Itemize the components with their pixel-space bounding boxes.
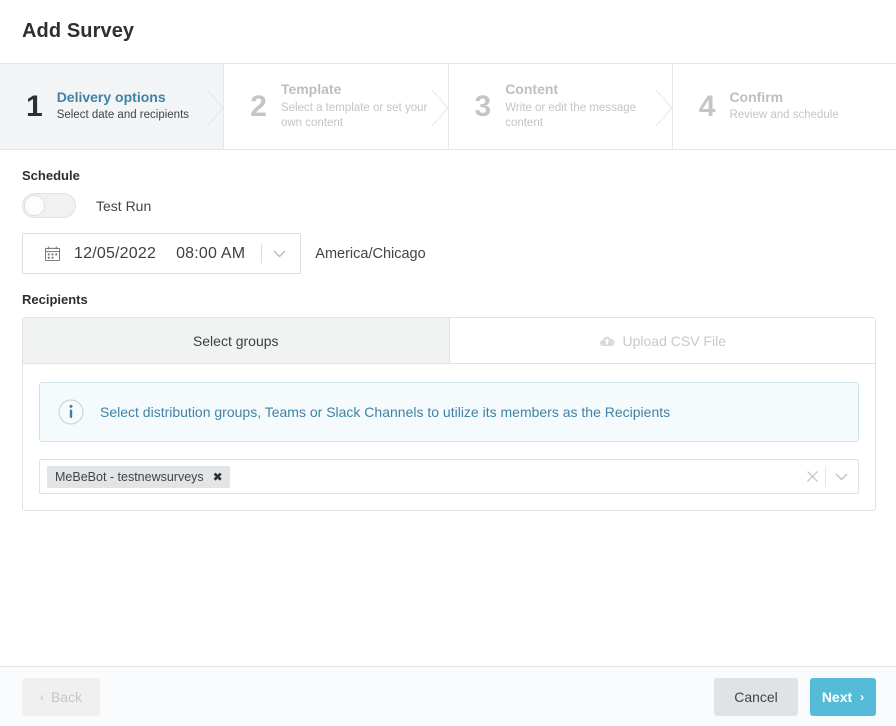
form-body: Schedule Test Run 12/05/2022 08:00 AM Am… (0, 150, 896, 511)
test-run-label: Test Run (96, 197, 152, 214)
step-description: Select date and recipients (56, 109, 190, 122)
tab-upload-csv[interactable]: Upload CSV File (449, 318, 875, 364)
tab-label: Upload CSV File (622, 332, 727, 349)
next-button[interactable]: Next › (810, 677, 876, 716)
step-label: Delivery options (56, 88, 166, 105)
next-button-label: Next (821, 688, 853, 705)
step-label: Template (280, 81, 342, 98)
wizard-step-4[interactable]: 4 Confirm Review and schedule (672, 64, 896, 149)
cancel-button-label: Cancel (734, 688, 778, 705)
step-description: Select a template or set your own conten… (280, 101, 428, 130)
add-survey-page: Add Survey 1 Delivery options Select dat… (0, 0, 896, 726)
step-chevron-icon (429, 88, 449, 127)
timezone-label: America/Chicago (315, 245, 426, 262)
step-chevron-icon (205, 88, 224, 127)
chip-remove-icon[interactable]: ✖ (213, 471, 223, 483)
wizard-step-2[interactable]: 2 Template Select a template or set your… (224, 64, 449, 149)
recipients-section-label: Recipients (22, 292, 88, 307)
recipients-content: Select distribution groups, Teams or Sla… (23, 364, 875, 510)
back-button-label: Back (50, 688, 83, 705)
wizard-step-3[interactable]: 3 Content Write or edit the message cont… (448, 64, 673, 149)
step-label: Confirm (729, 88, 784, 105)
groups-multiselect[interactable]: MeBeBot - testnewsurveys ✖ (39, 459, 859, 494)
step-number: 2 (250, 89, 267, 123)
schedule-section-label: Schedule (22, 168, 80, 183)
tab-label: Select groups (192, 332, 279, 349)
page-title: Add Survey (22, 20, 135, 42)
cancel-button[interactable]: Cancel (714, 677, 798, 716)
page-header: Add Survey (0, 0, 896, 63)
tab-select-groups[interactable]: Select groups (23, 318, 450, 364)
test-run-toggle[interactable] (22, 193, 76, 218)
clear-x-icon[interactable] (799, 470, 825, 483)
back-button[interactable]: ‹ Back (22, 677, 100, 716)
schedule-datetime-row: 12/05/2022 08:00 AM America/Chicago (22, 233, 876, 274)
wizard-step-1[interactable]: 1 Delivery options Select date and recip… (0, 64, 225, 149)
step-number: 1 (26, 89, 43, 123)
step-number: 3 (474, 89, 492, 123)
chevron-down-icon[interactable] (262, 250, 296, 258)
recipients-panel: Select groups Upload CSV File Select dis… (22, 317, 876, 511)
recipients-tabs: Select groups Upload CSV File (23, 318, 875, 364)
calendar-icon (45, 246, 60, 261)
info-banner: Select distribution groups, Teams or Sla… (39, 382, 859, 442)
step-chevron-icon (653, 88, 673, 127)
step-number: 4 (698, 89, 716, 123)
chevron-left-icon: ‹ (39, 689, 44, 704)
date-value[interactable]: 12/05/2022 (74, 245, 156, 263)
info-circle-icon (58, 399, 84, 425)
time-value[interactable]: 08:00 AM (176, 245, 245, 263)
toggle-knob (24, 195, 45, 216)
cloud-upload-icon (599, 335, 615, 347)
step-description: Write or edit the message content (505, 101, 637, 130)
info-banner-text: Select distribution groups, Teams or Sla… (100, 403, 671, 420)
chip-label: MeBeBot - testnewsurveys (55, 469, 204, 484)
step-description: Review and schedule (729, 109, 839, 122)
wizard-steps: 1 Delivery options Select date and recip… (0, 63, 896, 150)
test-run-row: Test Run (22, 193, 876, 218)
step-label: Content (505, 81, 559, 98)
datetime-picker[interactable]: 12/05/2022 08:00 AM (22, 233, 302, 274)
selected-group-chip[interactable]: MeBeBot - testnewsurveys ✖ (47, 465, 230, 488)
footer-bar: ‹ Back Cancel Next › (0, 666, 896, 726)
chevron-right-icon: › (860, 689, 865, 704)
chevron-down-icon[interactable] (826, 473, 856, 481)
